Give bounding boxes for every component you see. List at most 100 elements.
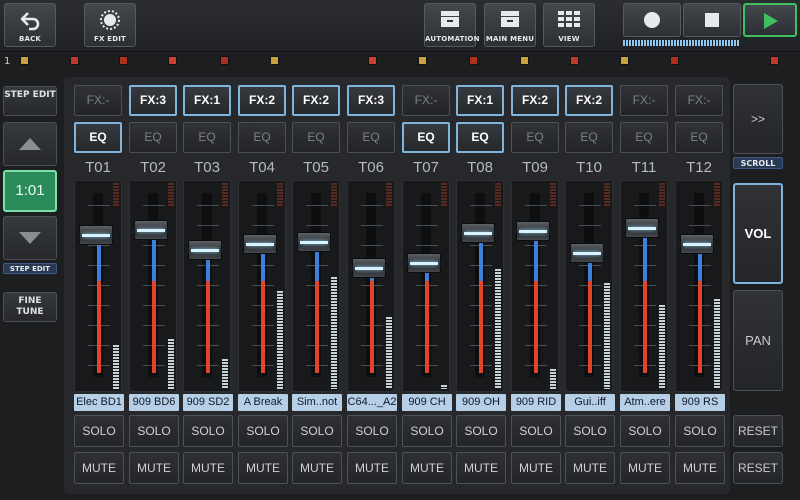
- fx-slot-button[interactable]: FX:-: [675, 85, 723, 116]
- volume-fader[interactable]: [565, 180, 613, 392]
- channel-name-label[interactable]: A Break: [238, 394, 288, 411]
- mute-button[interactable]: MUTE: [511, 452, 561, 484]
- fader-handle[interactable]: [516, 221, 550, 241]
- eq-button[interactable]: EQ: [402, 122, 450, 153]
- mute-button[interactable]: MUTE: [675, 452, 725, 484]
- automation-button[interactable]: AUTOMATION: [424, 3, 479, 47]
- vol-mode-button[interactable]: VOL: [733, 183, 783, 284]
- clip-indicator[interactable]: [570, 56, 579, 65]
- eq-button[interactable]: EQ: [565, 122, 613, 153]
- volume-fader[interactable]: [402, 180, 450, 392]
- step-up-button[interactable]: [3, 122, 57, 166]
- volume-fader[interactable]: [292, 180, 340, 392]
- solo-button[interactable]: SOLO: [347, 415, 397, 447]
- clip-indicator[interactable]: [770, 56, 779, 65]
- fx-slot-button[interactable]: FX:2: [565, 85, 613, 116]
- solo-button[interactable]: SOLO: [565, 415, 615, 447]
- fx-slot-button[interactable]: FX:1: [183, 85, 231, 116]
- step-edit-button[interactable]: STEP EDIT: [3, 86, 57, 116]
- record-button[interactable]: [623, 3, 681, 37]
- mute-button[interactable]: MUTE: [620, 452, 670, 484]
- solo-button[interactable]: SOLO: [238, 415, 288, 447]
- channel-name-label[interactable]: Sim..not: [292, 394, 342, 411]
- eq-button[interactable]: EQ: [456, 122, 504, 153]
- fader-handle[interactable]: [297, 232, 331, 252]
- fader-handle[interactable]: [134, 220, 168, 240]
- solo-button[interactable]: SOLO: [402, 415, 452, 447]
- fader-handle[interactable]: [352, 258, 386, 278]
- fader-handle[interactable]: [407, 253, 441, 273]
- mute-button[interactable]: MUTE: [292, 452, 342, 484]
- solo-button[interactable]: SOLO: [620, 415, 670, 447]
- eq-button[interactable]: EQ: [511, 122, 559, 153]
- channel-name-label[interactable]: Gui..iff: [565, 394, 615, 411]
- fx-slot-button[interactable]: FX:1: [456, 85, 504, 116]
- fader-handle[interactable]: [570, 243, 604, 263]
- eq-button[interactable]: EQ: [74, 122, 122, 153]
- fader-handle[interactable]: [461, 223, 495, 243]
- clip-indicator[interactable]: [168, 56, 177, 65]
- clip-indicator[interactable]: [20, 56, 29, 65]
- fx-slot-button[interactable]: FX:3: [347, 85, 395, 116]
- clip-indicator[interactable]: [520, 56, 529, 65]
- fader-handle[interactable]: [680, 234, 714, 254]
- stop-button[interactable]: [683, 3, 741, 37]
- channel-name-label[interactable]: 909 RS: [675, 394, 725, 411]
- fx-slot-button[interactable]: FX:3: [129, 85, 177, 116]
- volume-fader[interactable]: [620, 180, 668, 392]
- channel-name-label[interactable]: Elec BD1: [74, 394, 124, 411]
- clip-indicator[interactable]: [70, 56, 79, 65]
- volume-fader[interactable]: [347, 180, 395, 392]
- fader-handle[interactable]: [243, 234, 277, 254]
- fx-slot-button[interactable]: FX:2: [292, 85, 340, 116]
- fader-handle[interactable]: [188, 240, 222, 260]
- channel-name-label[interactable]: 909 BD6: [129, 394, 179, 411]
- volume-fader[interactable]: [74, 180, 122, 392]
- main-menu-button[interactable]: MAIN MENU: [484, 3, 536, 47]
- clip-indicator[interactable]: [368, 56, 377, 65]
- eq-button[interactable]: EQ: [183, 122, 231, 153]
- volume-fader[interactable]: [456, 180, 504, 392]
- mute-button[interactable]: MUTE: [456, 452, 506, 484]
- fx-slot-button[interactable]: FX:2: [511, 85, 559, 116]
- volume-fader[interactable]: [238, 180, 286, 392]
- channel-name-label[interactable]: 909 RID: [511, 394, 561, 411]
- mute-button[interactable]: MUTE: [74, 452, 124, 484]
- volume-fader[interactable]: [511, 180, 559, 392]
- solo-button[interactable]: SOLO: [675, 415, 725, 447]
- solo-button[interactable]: SOLO: [292, 415, 342, 447]
- fader-handle[interactable]: [625, 218, 659, 238]
- clip-indicator[interactable]: [220, 56, 229, 65]
- channel-name-label[interactable]: 909 SD2: [183, 394, 233, 411]
- back-button[interactable]: BACK: [4, 3, 56, 47]
- reset-solo-button[interactable]: RESET: [733, 415, 783, 447]
- step-down-button[interactable]: [3, 216, 57, 260]
- mute-button[interactable]: MUTE: [347, 452, 397, 484]
- solo-button[interactable]: SOLO: [511, 415, 561, 447]
- channel-name-label[interactable]: C64..._A2: [347, 394, 397, 411]
- volume-fader[interactable]: [129, 180, 177, 392]
- eq-button[interactable]: EQ: [675, 122, 723, 153]
- clip-indicator[interactable]: [119, 56, 128, 65]
- eq-button[interactable]: EQ: [238, 122, 286, 153]
- fx-slot-button[interactable]: FX:-: [620, 85, 668, 116]
- clip-indicator[interactable]: [670, 56, 679, 65]
- solo-button[interactable]: SOLO: [129, 415, 179, 447]
- fine-tune-button[interactable]: FINE TUNE: [3, 292, 57, 322]
- fader-handle[interactable]: [79, 225, 113, 245]
- solo-button[interactable]: SOLO: [183, 415, 233, 447]
- mute-button[interactable]: MUTE: [238, 452, 288, 484]
- fx-slot-button[interactable]: FX:-: [74, 85, 122, 116]
- mute-button[interactable]: MUTE: [129, 452, 179, 484]
- scroll-button[interactable]: >>: [733, 84, 783, 154]
- solo-button[interactable]: SOLO: [456, 415, 506, 447]
- reset-mute-button[interactable]: RESET: [733, 452, 783, 484]
- fx-slot-button[interactable]: FX:-: [402, 85, 450, 116]
- fx-edit-button[interactable]: FX EDIT: [84, 3, 136, 47]
- eq-button[interactable]: EQ: [347, 122, 395, 153]
- eq-button[interactable]: EQ: [129, 122, 177, 153]
- mute-button[interactable]: MUTE: [402, 452, 452, 484]
- volume-fader[interactable]: [675, 180, 723, 392]
- channel-name-label[interactable]: 909 CH: [402, 394, 452, 411]
- fx-slot-button[interactable]: FX:2: [238, 85, 286, 116]
